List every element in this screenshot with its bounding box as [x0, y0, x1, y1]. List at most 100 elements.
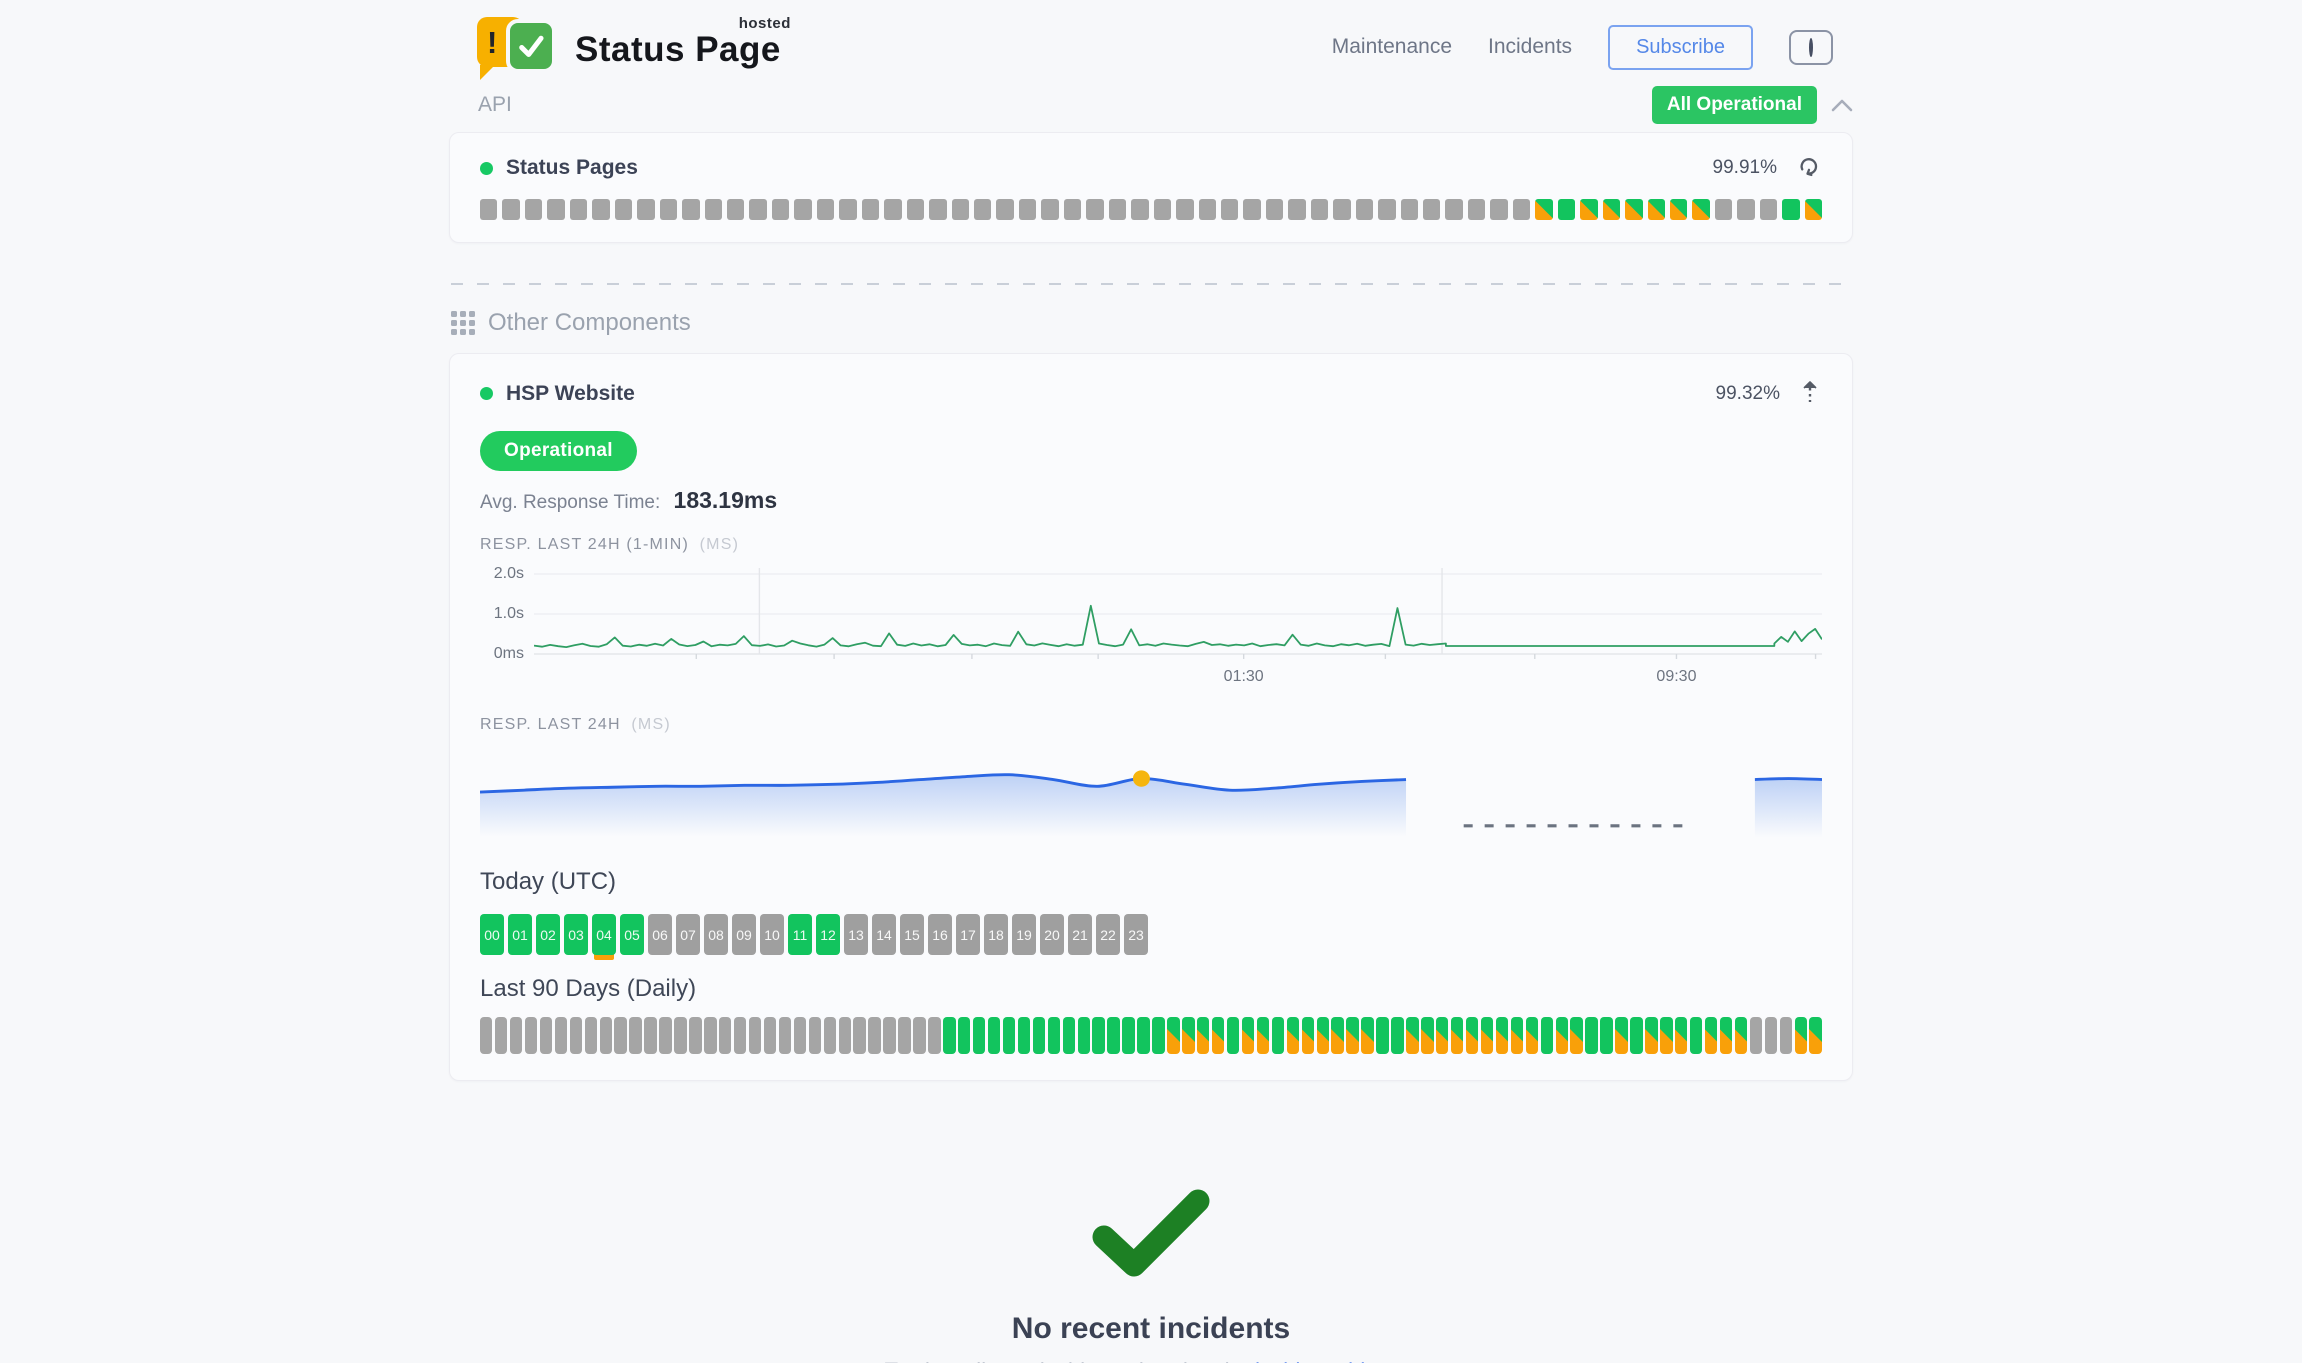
- uptime-bar-degraded[interactable]: [1317, 1017, 1329, 1054]
- line-chart-plot[interactable]: 01:3009:30: [534, 568, 1822, 660]
- uptime-bar-operational[interactable]: [1033, 1017, 1045, 1054]
- uptime-bar-nodata[interactable]: [1333, 199, 1350, 220]
- uptime-bar-nodata[interactable]: [682, 199, 699, 220]
- uptime-bar-operational[interactable]: [1690, 1017, 1702, 1054]
- uptime-bar-nodata[interactable]: [1064, 199, 1081, 220]
- uptime-bar-nodata[interactable]: [637, 199, 654, 220]
- refresh-button[interactable]: [1795, 153, 1822, 183]
- hour-box-21[interactable]: 21: [1068, 914, 1092, 955]
- logo[interactable]: ! Status Page hosted: [477, 14, 781, 80]
- uptime-bar-nodata[interactable]: [1288, 199, 1305, 220]
- uptime-bar-nodata[interactable]: [1199, 199, 1216, 220]
- uptime-bar-nodata[interactable]: [1423, 199, 1440, 220]
- uptime-bar-degraded[interactable]: [1735, 1017, 1747, 1054]
- hour-box-18[interactable]: 18: [984, 914, 1008, 955]
- uptime-bar-operational[interactable]: [1227, 1017, 1239, 1054]
- uptime-bar-nodata[interactable]: [794, 199, 811, 220]
- uptime-bar-operational[interactable]: [1600, 1017, 1612, 1054]
- uptime-bar-degraded[interactable]: [1603, 199, 1620, 220]
- uptime-bar-nodata[interactable]: [525, 1017, 537, 1054]
- uptime-bar-nodata[interactable]: [1750, 1017, 1762, 1054]
- uptime-bar-nodata[interactable]: [727, 199, 744, 220]
- uptime-bar-nodata[interactable]: [614, 1017, 626, 1054]
- uptime-bar-nodata[interactable]: [1513, 199, 1530, 220]
- hour-box-16[interactable]: 16: [928, 914, 952, 955]
- uptime-bar-nodata[interactable]: [1760, 199, 1777, 220]
- uptime-bar-operational[interactable]: [1092, 1017, 1104, 1054]
- uptime-bar-nodata[interactable]: [996, 199, 1013, 220]
- uptime-bar-operational[interactable]: [973, 1017, 985, 1054]
- uptime-bar-operational[interactable]: [1063, 1017, 1075, 1054]
- uptime-bar-degraded[interactable]: [1705, 1017, 1717, 1054]
- uptime-bar-operational[interactable]: [1048, 1017, 1060, 1054]
- uptime-bar-degraded[interactable]: [1257, 1017, 1269, 1054]
- uptime-bar-nodata[interactable]: [898, 1017, 910, 1054]
- uptime-bar-degraded[interactable]: [1675, 1017, 1687, 1054]
- uptime-bar-operational[interactable]: [1272, 1017, 1284, 1054]
- hour-box-19[interactable]: 19: [1012, 914, 1036, 955]
- subscribe-button[interactable]: Subscribe: [1608, 25, 1753, 70]
- uptime-bar-degraded[interactable]: [1287, 1017, 1299, 1054]
- uptime-bar-operational[interactable]: [943, 1017, 955, 1054]
- hour-box-15[interactable]: 15: [900, 914, 924, 955]
- uptime-bar-operational[interactable]: [1078, 1017, 1090, 1054]
- uptime-bar-nodata[interactable]: [883, 1017, 895, 1054]
- uptime-bar-operational[interactable]: [988, 1017, 1000, 1054]
- uptime-bar-nodata[interactable]: [1176, 199, 1193, 220]
- uptime-bar-operational[interactable]: [1122, 1017, 1134, 1054]
- uptime-bar-nodata[interactable]: [809, 1017, 821, 1054]
- uptime-bar-degraded[interactable]: [1466, 1017, 1478, 1054]
- uptime-bar-nodata[interactable]: [1266, 199, 1283, 220]
- uptime-bar-degraded[interactable]: [1535, 199, 1552, 220]
- uptime-bar-nodata[interactable]: [1715, 199, 1732, 220]
- uptime-bar-nodata[interactable]: [719, 1017, 731, 1054]
- uptime-bar-operational[interactable]: [1376, 1017, 1388, 1054]
- uptime-bar-degraded[interactable]: [1809, 1017, 1821, 1054]
- hour-box-06[interactable]: 06: [648, 914, 672, 955]
- uptime-bar-nodata[interactable]: [839, 199, 856, 220]
- uptime-bar-nodata[interactable]: [1109, 199, 1126, 220]
- uptime-bar-operational[interactable]: [1630, 1017, 1642, 1054]
- uptime-bar-nodata[interactable]: [1086, 199, 1103, 220]
- chevron-up-icon[interactable]: [1831, 99, 1853, 112]
- hour-box-12[interactable]: 12: [816, 914, 840, 955]
- hour-box-08[interactable]: 08: [704, 914, 728, 955]
- hour-box-01[interactable]: 01: [508, 914, 532, 955]
- uptime-bar-degraded[interactable]: [1615, 1017, 1627, 1054]
- uptime-bar-nodata[interactable]: [952, 199, 969, 220]
- theme-toggle-button[interactable]: [1789, 30, 1833, 65]
- uptime-bar-degraded[interactable]: [1302, 1017, 1314, 1054]
- uptime-bar-nodata[interactable]: [600, 1017, 612, 1054]
- hour-box-07[interactable]: 07: [676, 914, 700, 955]
- scroll-top-button[interactable]: [1798, 378, 1822, 409]
- uptime-bar-degraded[interactable]: [1331, 1017, 1343, 1054]
- uptime-bar-operational[interactable]: [1391, 1017, 1403, 1054]
- uptime-bar-degraded[interactable]: [1242, 1017, 1254, 1054]
- uptime-bar-nodata[interactable]: [585, 1017, 597, 1054]
- uptime-bar-nodata[interactable]: [1780, 1017, 1792, 1054]
- uptime-bar-nodata[interactable]: [1221, 199, 1238, 220]
- uptime-bar-nodata[interactable]: [704, 1017, 716, 1054]
- uptime-bar-nodata[interactable]: [570, 1017, 582, 1054]
- uptime-bar-nodata[interactable]: [1311, 199, 1328, 220]
- uptime-bar-degraded[interactable]: [1625, 199, 1642, 220]
- uptime-bar-nodata[interactable]: [772, 199, 789, 220]
- uptime-bar-nodata[interactable]: [913, 1017, 925, 1054]
- uptime-bar-operational[interactable]: [1541, 1017, 1553, 1054]
- uptime-bar-nodata[interactable]: [1243, 199, 1260, 220]
- uptime-bar-nodata[interactable]: [1401, 199, 1418, 220]
- uptime-bar-degraded[interactable]: [1805, 199, 1822, 220]
- uptime-bar-nodata[interactable]: [659, 1017, 671, 1054]
- uptime-bar-nodata[interactable]: [540, 1017, 552, 1054]
- uptime-bar-nodata[interactable]: [1765, 1017, 1777, 1054]
- uptime-bar-degraded[interactable]: [1167, 1017, 1179, 1054]
- uptime-bar-nodata[interactable]: [974, 199, 991, 220]
- uptime-bar-nodata[interactable]: [749, 199, 766, 220]
- uptime-bar-nodata[interactable]: [1019, 199, 1036, 220]
- uptime-bar-nodata[interactable]: [1445, 199, 1462, 220]
- uptime-bar-operational[interactable]: [1018, 1017, 1030, 1054]
- uptime-bar-degraded[interactable]: [1526, 1017, 1538, 1054]
- uptime-bar-nodata[interactable]: [928, 1017, 940, 1054]
- uptime-bar-degraded[interactable]: [1648, 199, 1665, 220]
- uptime-bar-nodata[interactable]: [1041, 199, 1058, 220]
